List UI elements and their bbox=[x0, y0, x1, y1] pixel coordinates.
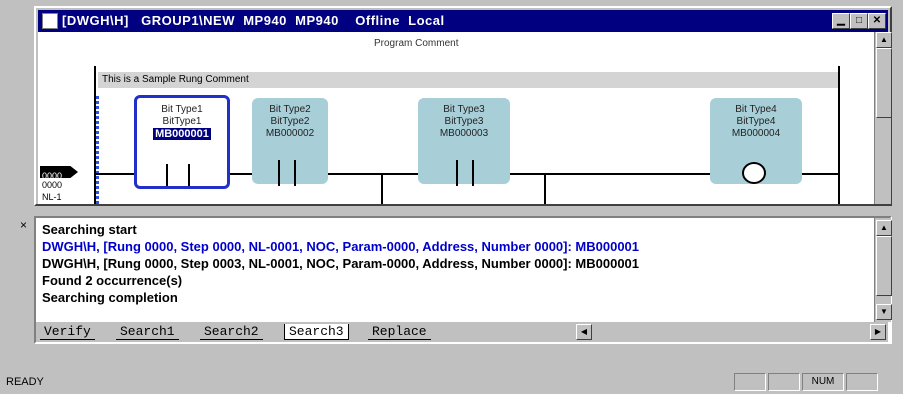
status-bar: READY NUM bbox=[0, 370, 903, 394]
contact-2-left-bar bbox=[278, 160, 280, 186]
ladder-vertical-scrollbar[interactable]: ▲ bbox=[874, 32, 892, 204]
element-2-label: BitType2 bbox=[270, 116, 310, 127]
output-line: DWGH\H, [Rung 0000, Step 0000, NL-0001, … bbox=[42, 239, 640, 254]
output-scroll-thumb[interactable] bbox=[876, 236, 892, 296]
status-text: READY bbox=[6, 376, 44, 388]
scroll-thumb[interactable] bbox=[876, 48, 892, 118]
status-panel-1 bbox=[734, 373, 766, 391]
scroll-left-button[interactable]: ◀ bbox=[576, 324, 592, 340]
output-vertical-scrollbar[interactable]: ▲ ▼ bbox=[874, 218, 892, 322]
element-2-type: Bit Type2 bbox=[269, 104, 311, 115]
element-2-address: MB000002 bbox=[265, 128, 315, 139]
element-1-label: BitType1 bbox=[162, 116, 202, 127]
output-horizontal-scrollbar[interactable]: ◀ ▶ bbox=[572, 322, 888, 342]
maximize-button[interactable]: □ bbox=[850, 13, 868, 29]
step-line-number: 0000 bbox=[42, 180, 63, 190]
rung-marker bbox=[96, 96, 99, 204]
tab-search3[interactable]: Search3 bbox=[284, 324, 349, 340]
network-label: NL-1 bbox=[42, 192, 62, 202]
contact-element-3[interactable]: Bit Type3 BitType3 MB000003 bbox=[418, 98, 510, 184]
output-line: Searching completion bbox=[42, 290, 178, 305]
status-panel-2 bbox=[768, 373, 800, 391]
step-arrow-icon: 0000 bbox=[40, 166, 78, 178]
output-close-icon[interactable]: × bbox=[20, 218, 27, 232]
tab-search1[interactable]: Search1 bbox=[116, 324, 179, 340]
element-4-address: MB000004 bbox=[731, 128, 781, 139]
scroll-up-button[interactable]: ▲ bbox=[876, 32, 892, 48]
num-lock-indicator: NUM bbox=[802, 373, 844, 391]
contact-element-2[interactable]: Bit Type2 BitType2 MB000002 bbox=[252, 98, 328, 184]
element-4-label: BitType4 bbox=[736, 116, 776, 127]
output-pane: Searching start DWGH\H, [Rung 0000, Step … bbox=[34, 216, 892, 344]
contact-3-right-bar bbox=[472, 160, 474, 186]
minimize-button[interactable]: ▁ bbox=[832, 13, 850, 29]
branch-line-1 bbox=[381, 173, 383, 204]
ladder-canvas[interactable]: Program Comment This is a Sample Rung Co… bbox=[38, 32, 874, 204]
element-3-address: MB000003 bbox=[439, 128, 489, 139]
close-button[interactable]: ✕ bbox=[868, 13, 886, 29]
element-3-label: BitType3 bbox=[444, 116, 484, 127]
contact-3-left-bar bbox=[456, 160, 458, 186]
contact-2-right-bar bbox=[294, 160, 296, 186]
output-scroll-up-button[interactable]: ▲ bbox=[876, 220, 892, 236]
element-1-address-input[interactable]: MB000001 bbox=[153, 128, 211, 140]
output-tabs: Verify Search1 Search2 Search3 Replace bbox=[36, 322, 572, 342]
contact-1-left-bar bbox=[166, 164, 168, 186]
output-line: Found 2 occurrence(s) bbox=[42, 273, 183, 288]
element-3-type: Bit Type3 bbox=[443, 104, 485, 115]
branch-line-2 bbox=[544, 173, 546, 204]
rung-comment[interactable]: This is a Sample Rung Comment bbox=[98, 72, 838, 88]
tab-search2[interactable]: Search2 bbox=[200, 324, 263, 340]
document-icon bbox=[42, 13, 58, 29]
tab-verify[interactable]: Verify bbox=[40, 324, 95, 340]
output-scroll-down-button[interactable]: ▼ bbox=[876, 304, 892, 320]
tab-replace[interactable]: Replace bbox=[368, 324, 431, 340]
element-4-type: Bit Type4 bbox=[735, 104, 777, 115]
element-1-type: Bit Type1 bbox=[161, 104, 203, 115]
ladder-window: [DWGH\H] GROUP1\NEW MP940 MP940 Offline … bbox=[34, 6, 892, 206]
window-title: [DWGH\H] GROUP1\NEW MP940 MP940 Offline … bbox=[62, 13, 445, 28]
status-panel-4 bbox=[846, 373, 878, 391]
scroll-right-button[interactable]: ▶ bbox=[870, 324, 886, 340]
contact-element-1[interactable]: Bit Type1 BitType1 MB000001 bbox=[134, 95, 230, 189]
output-line: Searching start bbox=[42, 222, 137, 237]
window-titlebar[interactable]: [DWGH\H] GROUP1\NEW MP940 MP940 Offline … bbox=[38, 10, 888, 32]
right-power-rail bbox=[838, 66, 840, 204]
coil-icon bbox=[742, 162, 766, 184]
output-line: DWGH\H, [Rung 0000, Step 0003, NL-0001, … bbox=[42, 256, 640, 271]
contact-1-right-bar bbox=[188, 164, 190, 186]
program-comment: Program Comment bbox=[374, 38, 459, 49]
